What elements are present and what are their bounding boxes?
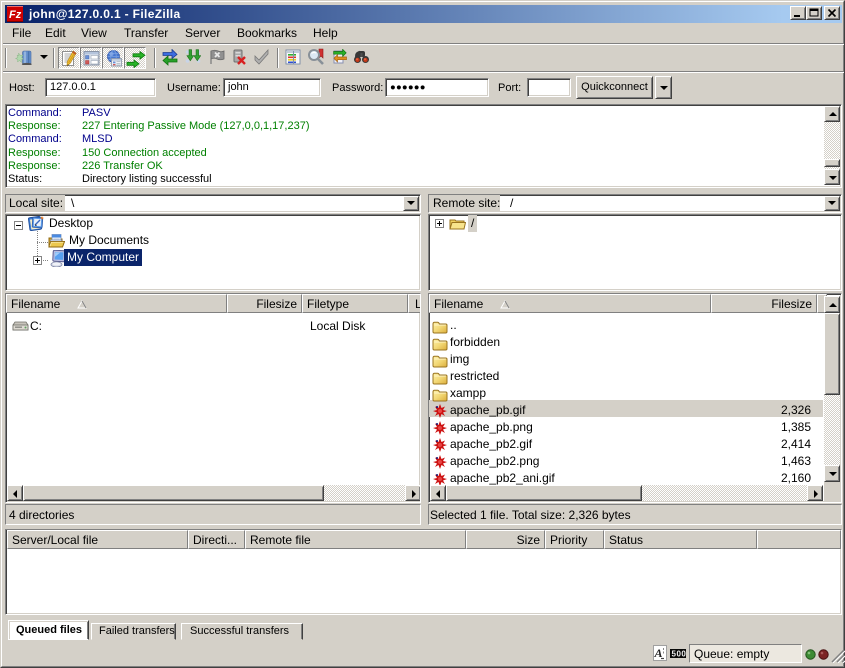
svg-text:500: 500 [672,650,687,659]
svg-text:Fz: Fz [9,9,22,21]
